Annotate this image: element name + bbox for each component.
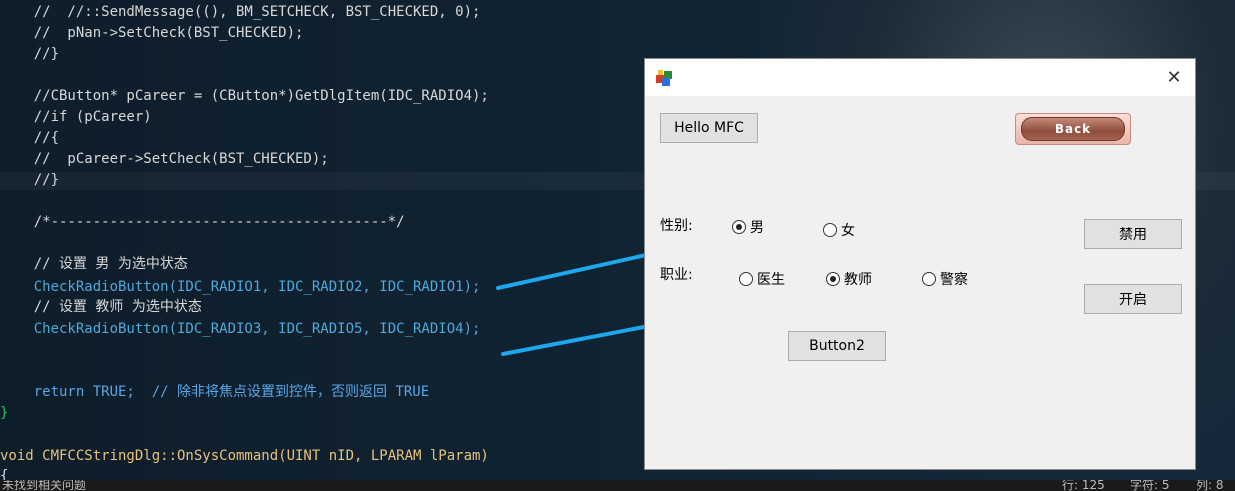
- radio-doctor-indicator: [739, 272, 753, 286]
- career-label: 职业:: [660, 267, 693, 283]
- back-label: Back: [1054, 122, 1092, 136]
- code-line: void CMFCCStringDlg::OnSysCommand(UINT n…: [0, 448, 489, 464]
- code-line: // pNan->SetCheck(BST_CHECKED);: [0, 25, 304, 41]
- code-line: }: [0, 405, 9, 421]
- hello-mfc-label: Hello MFC: [674, 120, 744, 136]
- radio-teacher-label: 教师: [844, 272, 872, 288]
- code-line: // 设置 教师 为选中状态: [0, 299, 202, 315]
- col-indicator: 列: 8: [1196, 480, 1224, 491]
- code-line: CheckRadioButton(IDC_RADIO1, IDC_RADIO2,…: [0, 279, 481, 295]
- code-line: // 设置 男 为选中状态: [0, 256, 188, 272]
- button2[interactable]: Button2: [788, 331, 886, 361]
- radio-female-indicator: [823, 223, 837, 237]
- code-line: return TRUE; // 除非将焦点设置到控件，否则返回 TRUE: [0, 384, 430, 400]
- close-button[interactable]: ✕: [1161, 65, 1187, 89]
- radio-teacher[interactable]: 教师: [826, 270, 872, 288]
- radio-doctor[interactable]: 医生: [739, 270, 785, 288]
- radio-female-label: 女: [841, 223, 855, 239]
- code-line: //}: [0, 172, 60, 188]
- gender-label: 性别:: [660, 218, 693, 234]
- radio-male[interactable]: 男: [732, 218, 764, 236]
- enable-button[interactable]: 开启: [1084, 284, 1182, 314]
- code-line: //if (pCareer): [0, 109, 152, 125]
- code-line: // //::SendMessage((), BM_SETCHECK, BST_…: [0, 4, 481, 20]
- radio-doctor-label: 医生: [757, 272, 785, 288]
- hello-mfc-button[interactable]: Hello MFC: [660, 113, 758, 143]
- radio-police-label: 警察: [940, 272, 968, 288]
- mfc-dialog-window: ✕ Hello MFC Back 性别: 男 女 职业: 医生 教师 警察 禁用…: [644, 58, 1196, 470]
- mfc-app-icon: [656, 70, 672, 86]
- back-button[interactable]: Back: [1015, 113, 1131, 145]
- code-line: //CButton* pCareer = (CButton*)GetDlgIte…: [0, 88, 489, 104]
- radio-teacher-indicator: [826, 272, 840, 286]
- dialog-titlebar[interactable]: ✕: [645, 59, 1195, 96]
- radio-male-indicator: [732, 220, 746, 234]
- code-line: CheckRadioButton(IDC_RADIO3, IDC_RADIO5,…: [0, 321, 481, 337]
- back-button-face: Back: [1021, 117, 1125, 141]
- radio-police[interactable]: 警察: [922, 270, 968, 288]
- status-bar: 未找到相关问题 行: 125 字符: 5 列: 8: [0, 480, 1235, 491]
- enable-label: 开启: [1119, 292, 1147, 308]
- code-line: //}: [0, 46, 60, 62]
- char-indicator: 字符: 5: [1130, 480, 1170, 491]
- radio-police-indicator: [922, 272, 936, 286]
- button2-label: Button2: [809, 338, 865, 354]
- code-line: /*--------------------------------------…: [0, 214, 405, 230]
- disable-label: 禁用: [1119, 227, 1147, 243]
- code-line: //{: [0, 130, 60, 146]
- radio-female[interactable]: 女: [823, 221, 855, 239]
- disable-button[interactable]: 禁用: [1084, 219, 1182, 249]
- problems-status[interactable]: 未找到相关问题: [2, 480, 86, 491]
- line-indicator: 行: 125: [1062, 480, 1105, 491]
- code-line: // pCareer->SetCheck(BST_CHECKED);: [0, 151, 329, 167]
- radio-male-label: 男: [750, 220, 764, 236]
- close-icon: ✕: [1166, 66, 1182, 88]
